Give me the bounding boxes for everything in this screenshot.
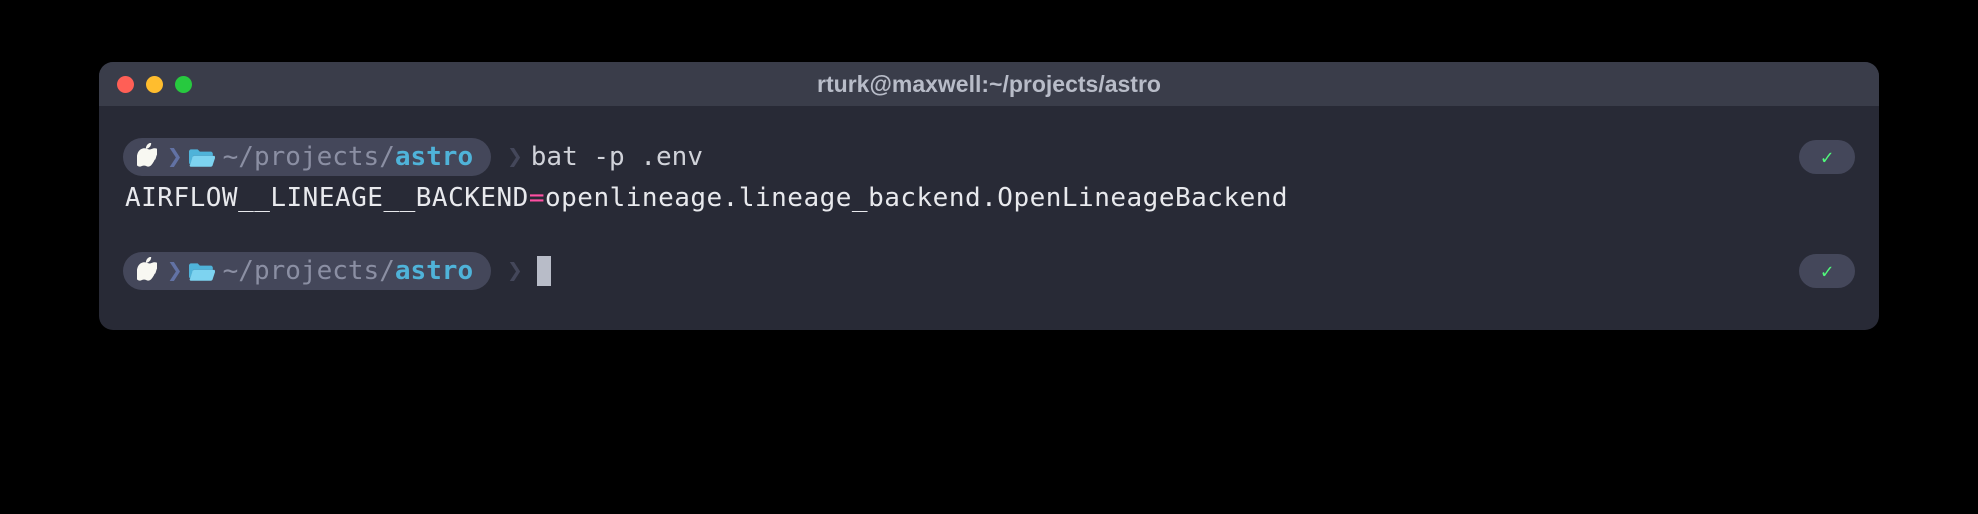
command-output: AIRFLOW__LINEAGE__BACKEND=openlineage.li… bbox=[123, 180, 1855, 216]
folder-open-icon bbox=[189, 261, 215, 281]
terminal-window: rturk@maxwell:~/projects/astro ❯ ~/proje… bbox=[99, 62, 1879, 330]
prompt-row-2: ❯ ~/projects/astro ❯ ✓ bbox=[123, 252, 1855, 290]
cursor[interactable] bbox=[537, 256, 551, 286]
apple-icon bbox=[137, 143, 157, 171]
check-icon: ✓ bbox=[1821, 143, 1833, 171]
status-pill: ✓ bbox=[1799, 140, 1855, 174]
path-dir: astro bbox=[395, 139, 473, 175]
window-title: rturk@maxwell:~/projects/astro bbox=[817, 71, 1161, 98]
path-prefix: ~/projects/ bbox=[223, 253, 395, 289]
folder-open-icon bbox=[189, 147, 215, 167]
env-var-value: openlineage.lineage_backend.OpenLineageB… bbox=[545, 183, 1288, 213]
pill-divider: ❯ bbox=[167, 139, 183, 175]
path-prefix: ~/projects/ bbox=[223, 139, 395, 175]
minimize-window-button[interactable] bbox=[146, 76, 163, 93]
window-titlebar[interactable]: rturk@maxwell:~/projects/astro bbox=[99, 62, 1879, 106]
prompt-arrow: ❯ bbox=[507, 139, 523, 175]
check-icon: ✓ bbox=[1821, 257, 1833, 285]
terminal-body[interactable]: ❯ ~/projects/astro ❯ bat -p .env ✓ AIRFL… bbox=[99, 106, 1879, 330]
prompt-row-1: ❯ ~/projects/astro ❯ bat -p .env ✓ bbox=[123, 138, 1855, 176]
pill-divider: ❯ bbox=[167, 253, 183, 289]
close-window-button[interactable] bbox=[117, 76, 134, 93]
status-pill: ✓ bbox=[1799, 254, 1855, 288]
prompt-arrow: ❯ bbox=[507, 253, 523, 289]
prompt-left: ❯ ~/projects/astro ❯ bat -p .env bbox=[123, 138, 703, 176]
traffic-lights bbox=[117, 76, 192, 93]
maximize-window-button[interactable] bbox=[175, 76, 192, 93]
apple-icon bbox=[137, 257, 157, 285]
prompt-pill: ❯ ~/projects/astro bbox=[123, 252, 491, 290]
prompt-left: ❯ ~/projects/astro ❯ bbox=[123, 252, 551, 290]
prompt-pill: ❯ ~/projects/astro bbox=[123, 138, 491, 176]
env-var-name: AIRFLOW__LINEAGE__BACKEND bbox=[125, 183, 529, 213]
command-text: bat -p .env bbox=[531, 139, 703, 175]
path-dir: astro bbox=[395, 253, 473, 289]
equals-sign: = bbox=[529, 183, 545, 213]
